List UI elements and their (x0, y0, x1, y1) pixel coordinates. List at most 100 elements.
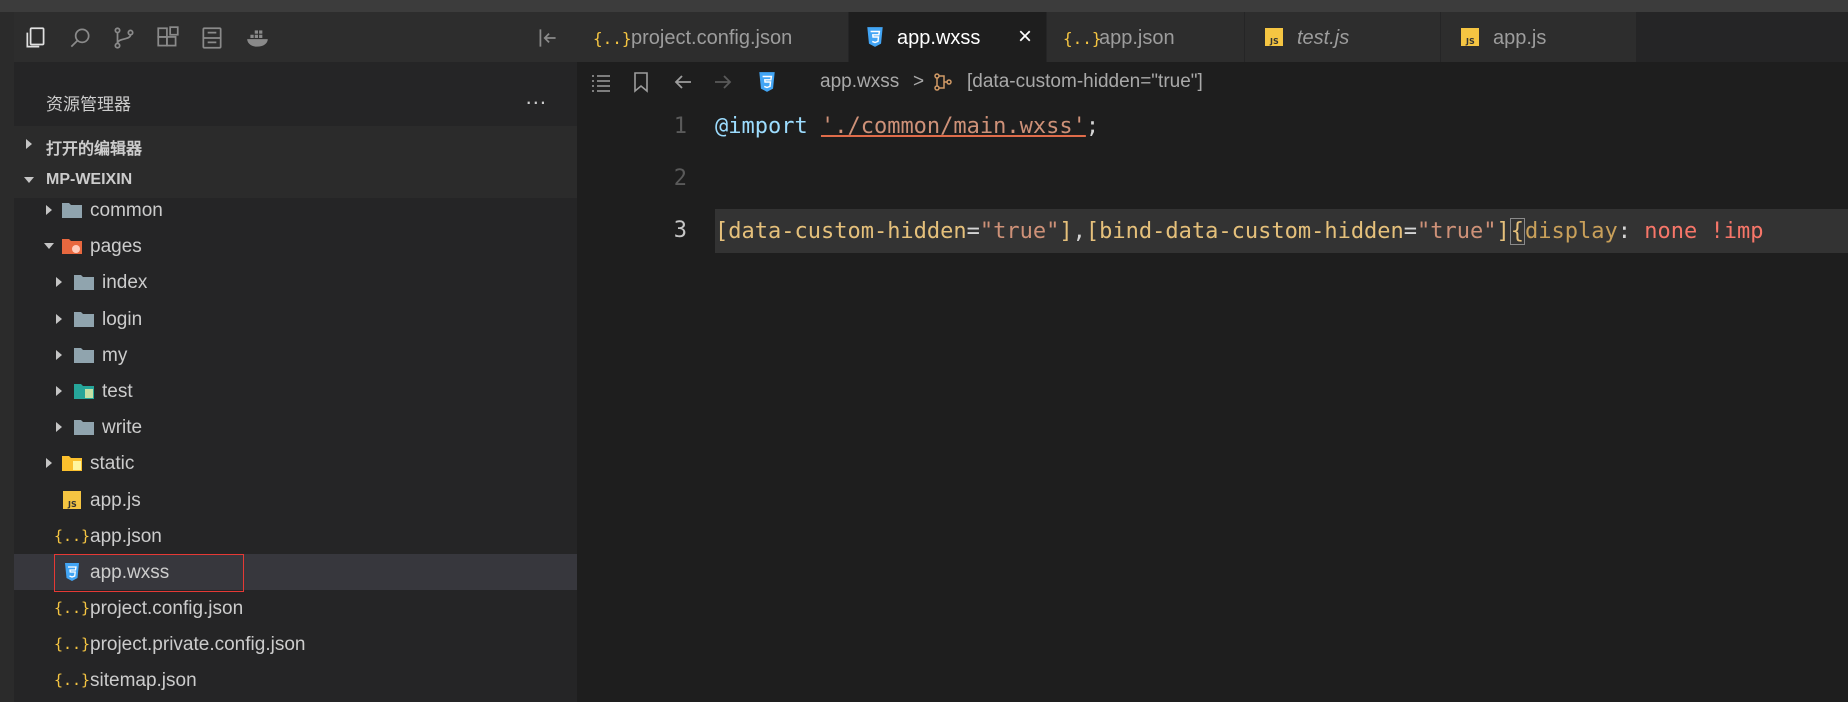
tree-item-sitemap-json[interactable]: {..} sitemap.json (14, 662, 577, 698)
breadcrumb-symbol[interactable]: [data-custom-hidden="true"] (967, 71, 1203, 93)
token-string: './common/main.wxss' (820, 114, 1086, 139)
tab-label: project.config.json (631, 27, 793, 49)
tree-item-app-json[interactable]: {..} app.json (14, 518, 577, 554)
tree-item-common[interactable]: common (14, 192, 577, 228)
breadcrumb-file[interactable]: app.wxss (820, 71, 899, 93)
tree-item-label: my (102, 344, 128, 366)
tab-label: app.json (1099, 27, 1175, 49)
chevron-right-icon (56, 385, 62, 396)
tree-item-label: sitemap.json (90, 670, 197, 692)
tree-item-index[interactable]: index (14, 264, 577, 300)
open-editors-label: 打开的编辑器 (46, 141, 143, 158)
tree-item-label: index (102, 272, 148, 294)
tree-item-static[interactable]: static (14, 445, 577, 481)
code-editor[interactable]: 1 @import './common/main.wxss'; 2 3 [dat… (577, 102, 1848, 702)
breadcrumb: app.wxss > [data-custom-hidden="true"] (577, 62, 1848, 102)
source-control-icon[interactable] (110, 24, 138, 52)
json-file-icon: {..} (1063, 29, 1102, 48)
token-attr: bind-data-custom-hidden (1099, 219, 1404, 244)
token-attr: data-custom-hidden (728, 219, 967, 244)
open-editors-section[interactable]: 打开的编辑器 (14, 126, 577, 162)
outline-list-icon[interactable] (587, 68, 615, 96)
tree-item-project-config-json[interactable]: {..} project.config.json (14, 590, 577, 626)
tab-test-js[interactable]: JS test.js (1245, 12, 1441, 62)
editor-tab-bar: {..} project.config.json app.wxss × {..}… (577, 12, 1848, 62)
token-bracket: [ (715, 219, 729, 244)
js-file-icon: JS (1265, 28, 1283, 51)
code-line: 2 (577, 154, 1848, 206)
tab-project-config-json[interactable]: {..} project.config.json (577, 12, 849, 62)
tab-label: app.wxss (897, 27, 981, 49)
folder-icon (72, 272, 96, 292)
close-icon[interactable]: × (1018, 23, 1032, 51)
svg-text:JS: JS (1269, 37, 1279, 46)
activity-bar (14, 12, 577, 62)
css-file-icon (753, 68, 781, 96)
symbol-selector-icon (929, 68, 957, 96)
token-bracket: ] (1496, 219, 1510, 244)
css-file-icon (60, 562, 84, 582)
token-bracket: ] (1059, 219, 1073, 244)
tree-item-label: common (90, 200, 163, 221)
token-bracket: [ (1085, 219, 1100, 244)
tree-item-my[interactable]: my (14, 337, 577, 373)
breadcrumb-separator: > (913, 71, 925, 92)
back-arrow-icon[interactable] (669, 68, 697, 96)
forward-arrow-icon[interactable] (709, 68, 737, 96)
token-punct: = (1403, 219, 1418, 244)
static-folder-icon (60, 453, 84, 473)
tree-item-label: app.js (90, 489, 141, 511)
pages-folder-icon (60, 236, 84, 256)
folder-icon (72, 417, 96, 437)
tree-item-login[interactable]: login (14, 301, 577, 337)
sidebar-edge (0, 12, 14, 702)
tab-label: app.js (1493, 27, 1547, 49)
files-icon[interactable] (22, 24, 50, 52)
collapse-panel-icon[interactable] (534, 24, 562, 52)
tree-item-app-wxss[interactable]: app.wxss (14, 553, 577, 592)
svg-text:JS: JS (1465, 37, 1475, 46)
line-number: 2 (673, 166, 687, 191)
chevron-right-icon (56, 422, 62, 433)
code-text: @import './common/main.wxss'; (715, 114, 1099, 139)
chevron-down-icon (44, 243, 54, 250)
js-file-icon: JS (1461, 28, 1479, 51)
token-string: "true" (1417, 219, 1497, 244)
token-keyword: @import (715, 114, 808, 139)
folder-icon (72, 345, 96, 365)
tree-item-write[interactable]: write (14, 409, 577, 445)
tree-item-pages[interactable]: pages (14, 228, 577, 264)
json-file-icon: {..} (53, 526, 91, 545)
chevron-right-icon (46, 458, 52, 469)
line-number: 3 (673, 218, 687, 243)
tree-item-label: app.wxss (90, 561, 170, 583)
chevron-right-icon (56, 277, 62, 288)
json-file-icon: {..} (53, 671, 91, 690)
chevron-down-icon (24, 177, 34, 183)
bookmark-icon[interactable] (627, 68, 655, 96)
tab-app-js[interactable]: JS app.js (1441, 12, 1637, 62)
chevron-right-icon (56, 349, 62, 360)
code-line: 1 @import './common/main.wxss'; (577, 102, 1848, 154)
chevron-right-icon (46, 205, 52, 215)
more-actions-button[interactable]: ... (526, 84, 547, 110)
docker-icon[interactable] (244, 24, 272, 52)
tree-item-label: pages (90, 236, 142, 258)
tree-item-label: app.json (90, 525, 162, 547)
token-property: display (1525, 219, 1618, 244)
folder-icon (72, 309, 96, 329)
tree-item-test[interactable]: test (14, 373, 577, 409)
extensions-icon[interactable] (154, 24, 182, 52)
line-number: 1 (673, 114, 687, 139)
tree-item-label: test (102, 380, 133, 402)
code-text: [data-custom-hidden="true"],[bind-data-c… (715, 218, 1763, 245)
tree-item-app-js[interactable]: JS app.js (14, 482, 577, 518)
code-line-current: 3 [data-custom-hidden="true"],[bind-data… (577, 206, 1848, 258)
tree-item-project-private-config-json[interactable]: {..} project.private.config.json (14, 626, 577, 662)
tree-item-label: login (102, 308, 143, 330)
tab-app-wxss[interactable]: app.wxss × (849, 12, 1047, 62)
storage-icon[interactable] (198, 24, 226, 52)
tab-app-json[interactable]: {..} app.json (1047, 12, 1245, 62)
chevron-right-icon (56, 313, 62, 324)
search-icon[interactable] (66, 24, 94, 52)
